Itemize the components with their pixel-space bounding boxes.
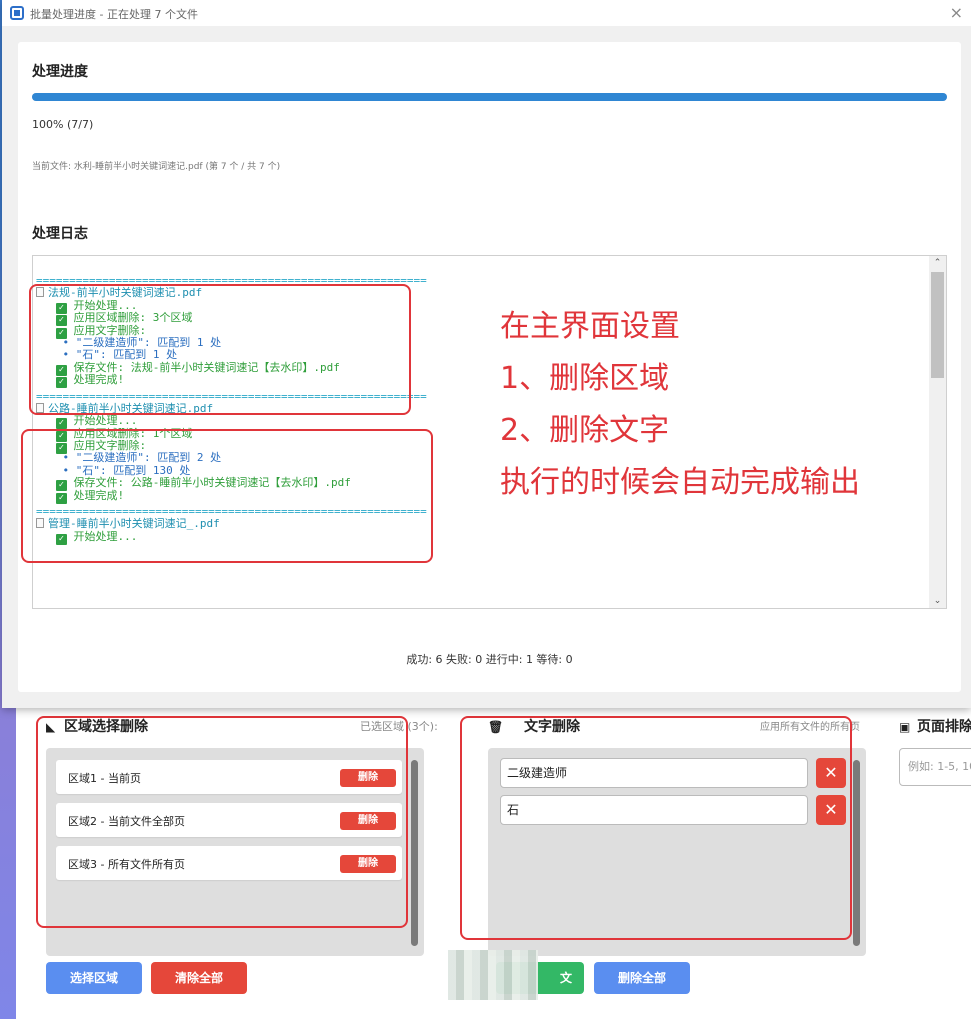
scroll-up-arrow-icon[interactable]: ⌃: [929, 258, 946, 268]
clear-all-regions-button[interactable]: 清除全部: [151, 962, 247, 994]
dialog-titlebar: 批量处理进度 - 正在处理 7 个文件 ×: [2, 0, 971, 26]
region-list-scrollbar[interactable]: [411, 760, 418, 946]
page-exclude-input[interactable]: 例如: 1-5, 10: [899, 748, 971, 786]
page-panel-title: ▣ 页面排除: [899, 716, 971, 736]
delete-all-words-button[interactable]: 删除全部: [594, 962, 690, 994]
annotation-line: 执行的时候会自动完成输出: [500, 465, 860, 500]
annotation-box-text-panel: [460, 716, 852, 940]
annotation-line: 2、删除文字: [500, 413, 670, 448]
blurred-region: [448, 950, 538, 1000]
progress-bar: [32, 93, 947, 101]
status-summary: 成功: 6 失败: 0 进行中: 1 等待: 0: [406, 653, 573, 666]
word-list-scrollbar[interactable]: [853, 760, 860, 946]
progress-percent: 100% (7/7): [32, 118, 94, 131]
app-window-icon: [10, 6, 24, 20]
page-exclude-panel: ▣ 页面排除 例如: 1-5, 10: [899, 704, 971, 1004]
log-scrollbar-thumb[interactable]: [931, 272, 944, 378]
close-icon[interactable]: ×: [950, 3, 963, 22]
annotation-box-area-panel: [36, 716, 408, 928]
scroll-down-arrow-icon[interactable]: ⌄: [929, 596, 946, 606]
log-heading: 处理日志: [32, 226, 88, 242]
progress-bar-fill: [32, 93, 947, 101]
page-panel-title-text: 页面排除: [917, 719, 971, 735]
annotation-box-log-entry-1: [29, 284, 411, 415]
log-step-text: 开始处理...: [73, 414, 138, 428]
add-word-button-label: 文: [559, 971, 572, 985]
log-scrollbar[interactable]: ⌃ ⌄: [929, 256, 946, 608]
annotation-line: 1、删除区域: [500, 361, 670, 396]
dialog-title: 批量处理进度 - 正在处理 7 个文件: [30, 8, 198, 21]
annotation-box-log-entry-2: [21, 429, 433, 563]
progress-heading: 处理进度: [32, 64, 88, 80]
select-region-button[interactable]: 选择区域: [46, 962, 142, 994]
annotation-line: 在主界面设置: [500, 309, 680, 344]
batch-progress-dialog: 批量处理进度 - 正在处理 7 个文件 × 处理进度 100% (7/7) 当前…: [2, 0, 971, 708]
current-file-label: 当前文件: 水利-睡前半小时关键词速记.pdf (第 7 个 / 共 7 个): [32, 162, 281, 172]
clipboard-icon: ▣: [899, 720, 911, 734]
